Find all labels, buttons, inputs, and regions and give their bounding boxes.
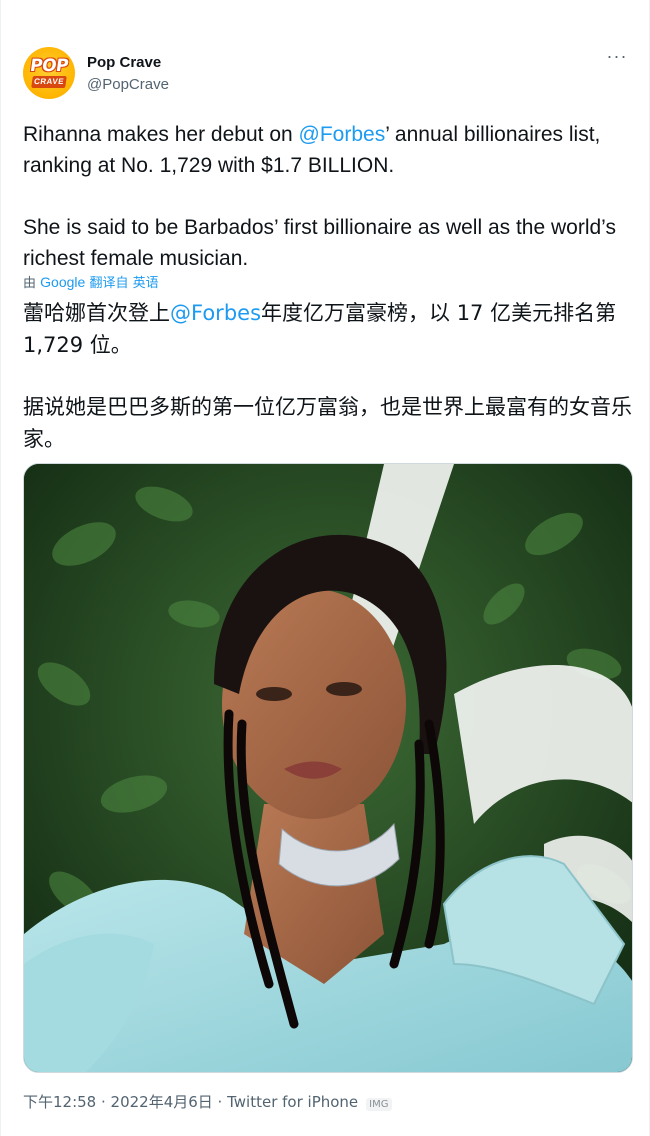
tweet-paragraph-2: She is said to be Barbados’ first billio…	[23, 216, 616, 270]
translation-attribution: 由 Google 翻译自 英语	[23, 272, 159, 291]
tweet-text: Rihanna makes her debut on @Forbes’ annu…	[23, 119, 635, 274]
avatar-logo-text: POP	[28, 56, 70, 76]
avatar[interactable]: POP CRAVE	[23, 47, 75, 99]
avatar-logo-subtext: CRAVE	[31, 76, 67, 88]
translated-paragraph-2: 据说她是巴巴多斯的第一位亿万富翁，也是世界上最富有的女音乐家。	[23, 395, 632, 451]
translation-by-label: 由	[23, 276, 37, 291]
tweet-photo[interactable]	[23, 463, 633, 1073]
photo-illustration	[24, 464, 632, 1072]
translated-text: 蕾哈娜首次登上@Forbes年度亿万富豪榜，以 17 亿美元排名第 1,729 …	[23, 297, 635, 455]
image-watermark-badge: IMG	[366, 1098, 392, 1111]
display-name[interactable]: Pop Crave	[87, 54, 161, 71]
tweet-text-segment: Rihanna makes her debut on	[23, 123, 299, 146]
user-handle[interactable]: @PopCrave	[87, 76, 169, 93]
translated-paragraph-1: 蕾哈娜首次登上@Forbes年度亿万富豪榜，以 17 亿美元排名第 1,729 …	[23, 297, 635, 361]
tweet-card: POP CRAVE Pop Crave @PopCrave ··· Rihann…	[0, 0, 650, 1136]
translation-source-link[interactable]: 翻译自 英语	[89, 276, 158, 291]
translated-mention-link[interactable]: @Forbes	[170, 301, 261, 325]
google-logo: Google	[40, 274, 86, 290]
timestamp-and-source[interactable]: 下午12:58 · 2022年4月6日 · Twitter for iPhone	[23, 1093, 358, 1111]
tweet-meta: 下午12:58 · 2022年4月6日 · Twitter for iPhone…	[23, 1091, 392, 1112]
more-horizontal-icon[interactable]: ···	[605, 47, 629, 70]
translated-text-segment: 蕾哈娜首次登上	[23, 301, 170, 325]
mention-link[interactable]: @Forbes	[299, 123, 386, 146]
tweet-header: POP CRAVE Pop Crave @PopCrave ···	[23, 44, 629, 104]
tweet-paragraph-1: Rihanna makes her debut on @Forbes’ annu…	[23, 119, 635, 181]
